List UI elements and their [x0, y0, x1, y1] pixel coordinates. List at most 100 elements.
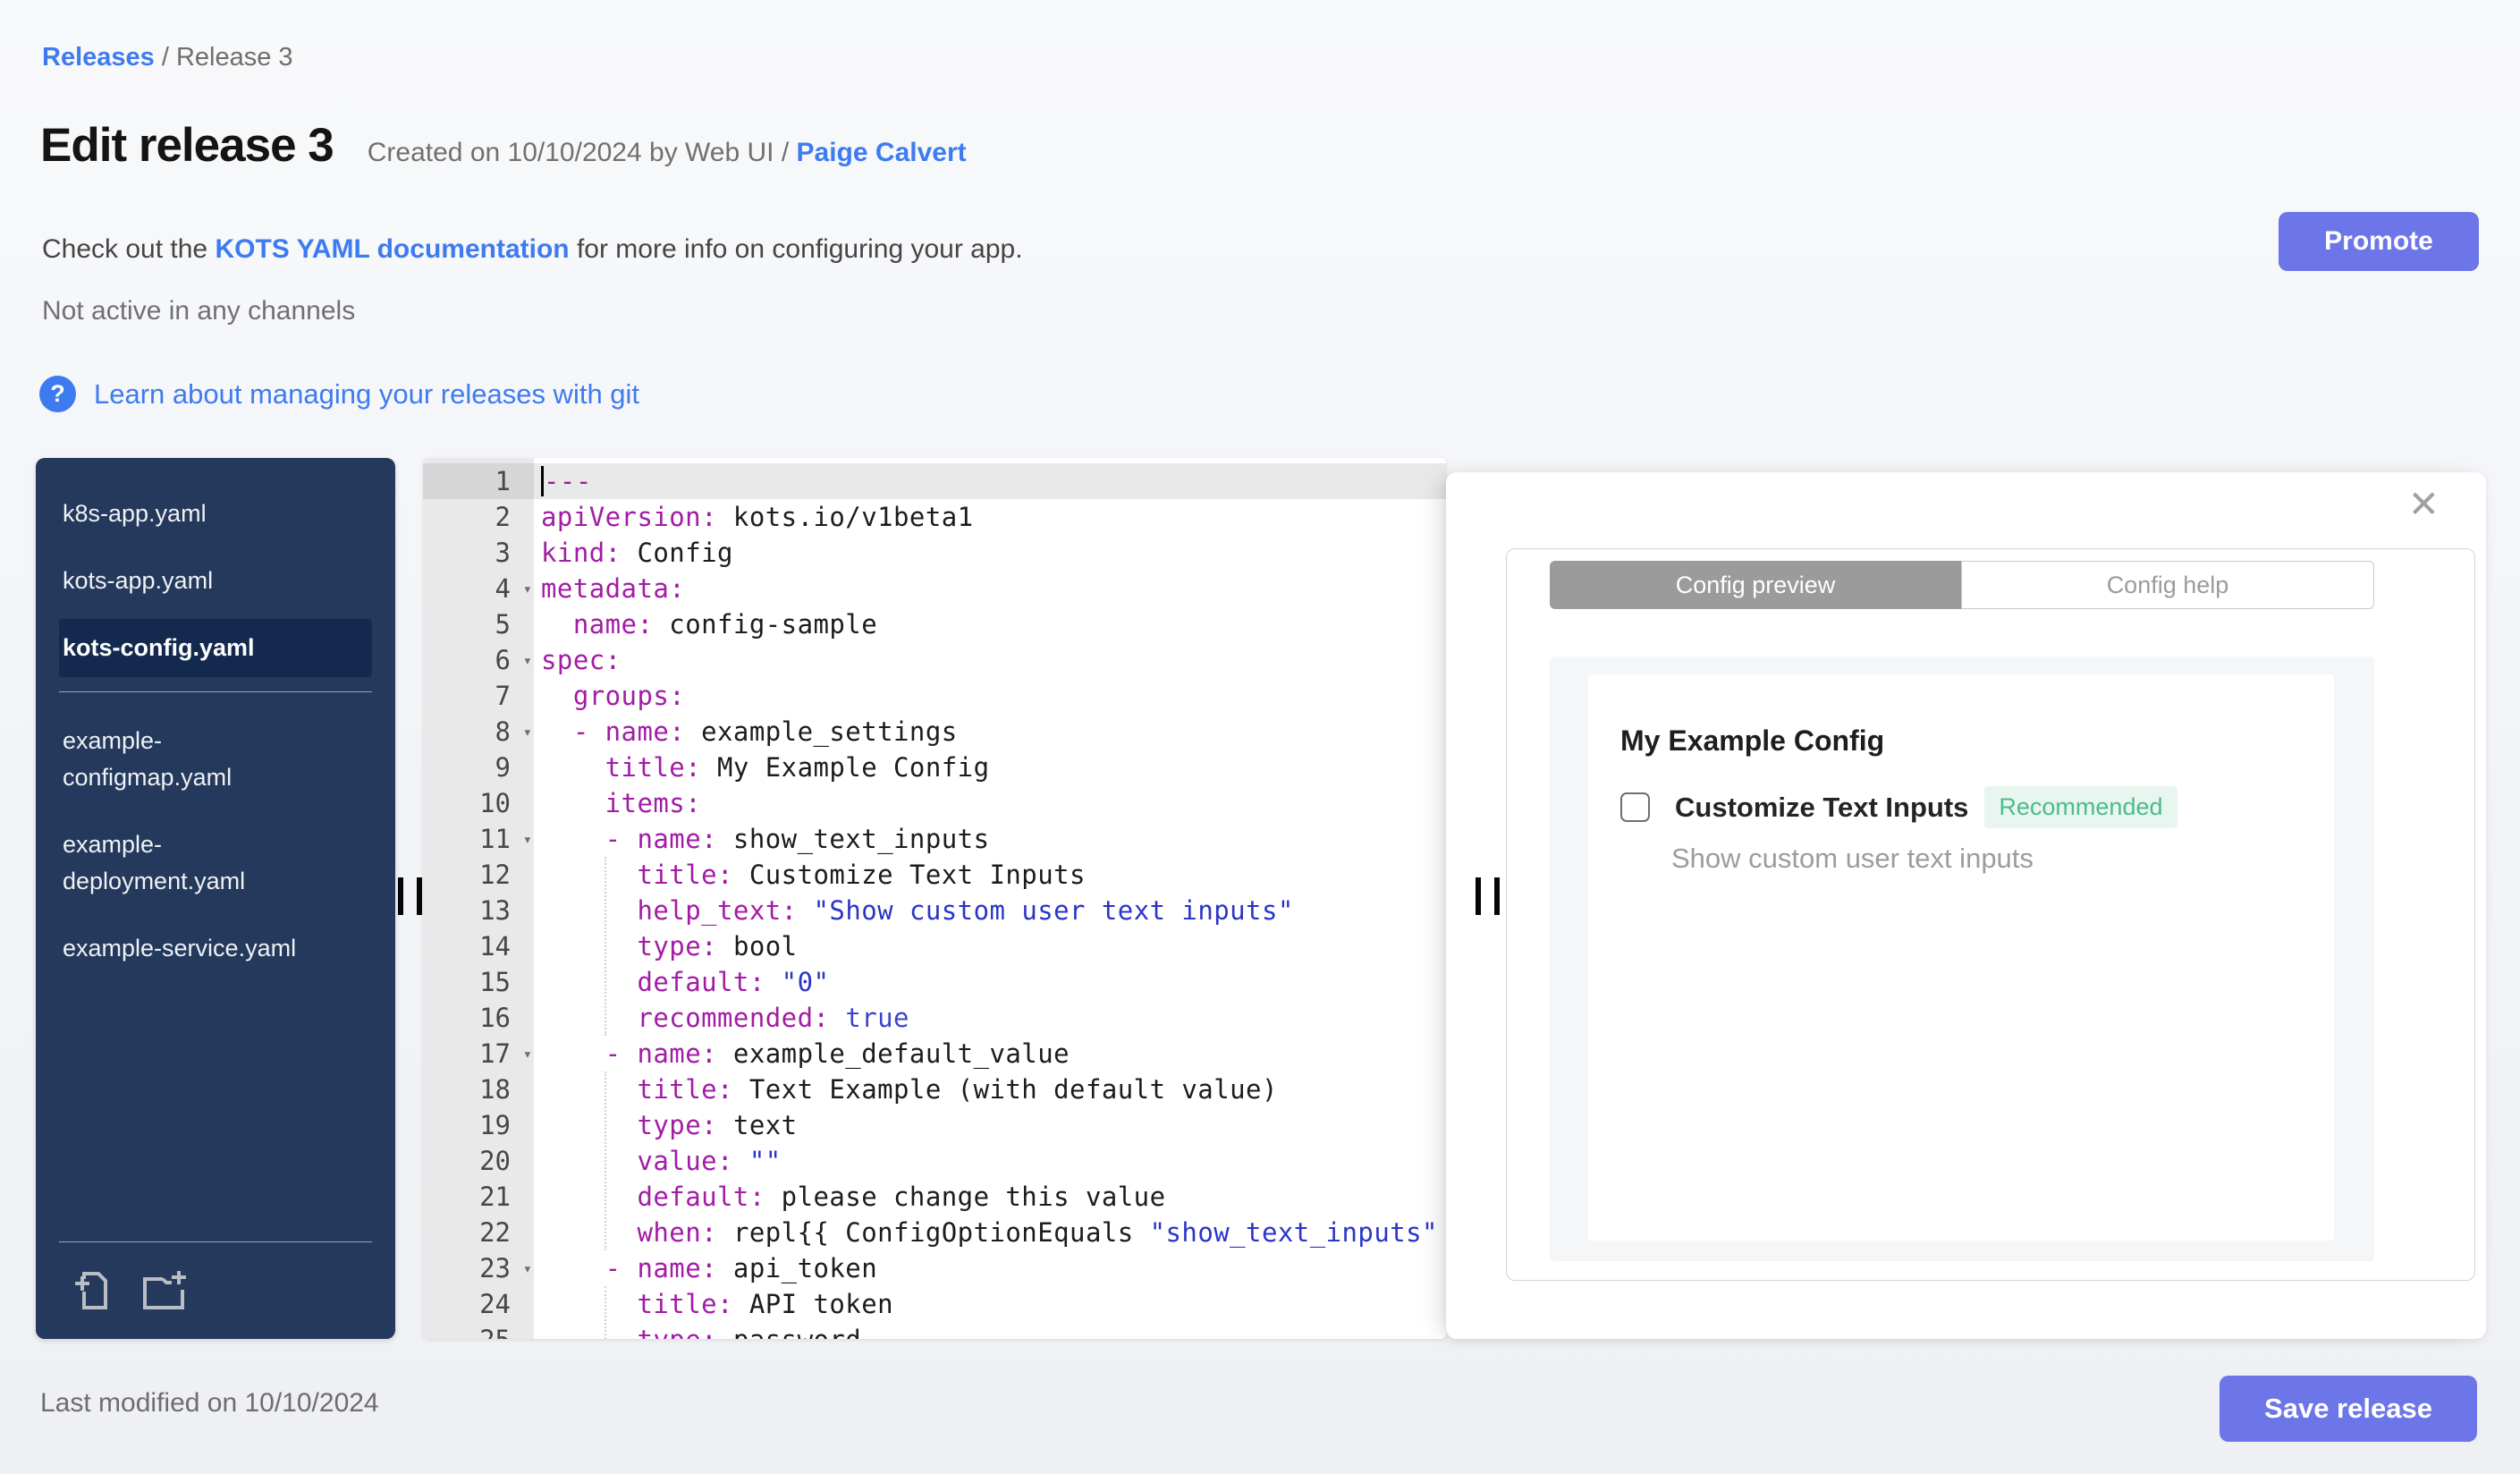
- line-number: 4 ▾: [423, 571, 534, 606]
- code-line-11[interactable]: 11 ▾ - name: show_text_inputs: [423, 821, 1446, 857]
- file-list-group-2: example-configmap.yaml example-deployment…: [36, 712, 395, 978]
- line-number: 11 ▾: [423, 821, 534, 857]
- last-modified-text: Last modified on 10/10/2024: [40, 1388, 379, 1418]
- config-group-title: My Example Config: [1620, 724, 1885, 757]
- code-line-22[interactable]: 22 when: repl{{ ConfigOptionEquals "show…: [423, 1215, 1446, 1250]
- code-line-16[interactable]: 16 recommended: true: [423, 1000, 1446, 1036]
- sidebar-file-kots-app.yaml[interactable]: kots-app.yaml: [59, 552, 372, 610]
- sidebar-file-k8s-app.yaml[interactable]: k8s-app.yaml: [59, 485, 372, 543]
- tab-config-help[interactable]: Config help: [1961, 561, 2374, 609]
- code-line-6[interactable]: 6 ▾ spec:: [423, 642, 1446, 678]
- fold-arrow-icon[interactable]: ▾: [523, 643, 532, 679]
- tab-config-preview[interactable]: Config preview: [1550, 561, 1961, 609]
- fold-arrow-icon[interactable]: ▾: [523, 1251, 532, 1287]
- code-line-12[interactable]: 12 title: Customize Text Inputs: [423, 857, 1446, 893]
- fold-arrow-icon[interactable]: ▾: [523, 1037, 532, 1072]
- code-line-5[interactable]: 5 name: config-sample: [423, 606, 1446, 642]
- add-file-icon: [70, 1272, 113, 1316]
- indent-guide: [605, 1286, 606, 1339]
- code-line-3[interactable]: 3 kind: Config: [423, 535, 1446, 571]
- yaml-code-editor[interactable]: 1 --- 2 apiVersion: kots.io/v1beta1 3 kind: C…: [423, 458, 1446, 1339]
- preview-card: Config preview Config help My Example Con…: [1506, 548, 2475, 1281]
- code-line-1[interactable]: 1 ---: [423, 463, 1446, 499]
- line-number: 1: [423, 463, 534, 499]
- indent-guide: [605, 857, 606, 1036]
- code-line-2[interactable]: 2 apiVersion: kots.io/v1beta1: [423, 499, 1446, 535]
- config-preview-panel: ✕ Config preview Config help My Example C…: [1446, 472, 2486, 1339]
- code-line-19[interactable]: 19 type: text: [423, 1107, 1446, 1143]
- code-rows: 1 --- 2 apiVersion: kots.io/v1beta1 3 kind: C…: [423, 463, 1446, 1339]
- line-number: 12: [479, 860, 511, 890]
- config-card: My Example Config Customize Text Inputs …: [1588, 674, 2334, 1241]
- created-info: Created on 10/10/2024 by Web UI / Paige …: [368, 138, 967, 168]
- config-item-label: Customize Text Inputs: [1675, 791, 1969, 823]
- code-line-18[interactable]: 18 title: Text Example (with default val…: [423, 1072, 1446, 1107]
- line-number: 10: [479, 788, 511, 818]
- line-number: 23 ▾: [423, 1250, 534, 1286]
- save-release-button[interactable]: Save release: [2220, 1376, 2477, 1442]
- code-line-13[interactable]: 13 help_text: "Show custom user text inp…: [423, 893, 1446, 928]
- code-line-8[interactable]: 8 ▾ - name: example_settings: [423, 714, 1446, 750]
- breadcrumb-current: Release 3: [175, 43, 293, 72]
- add-file-button[interactable]: [70, 1268, 113, 1313]
- line-number: 9: [495, 752, 511, 783]
- created-author-link[interactable]: Paige Calvert: [797, 138, 967, 167]
- code-line-21[interactable]: 21 default: please change this value: [423, 1179, 1446, 1215]
- help-question-icon[interactable]: ?: [39, 376, 76, 412]
- sidebar-file-example-service.yaml[interactable]: example-service.yaml: [59, 919, 372, 978]
- resize-handle-right[interactable]: [1476, 877, 1500, 915]
- config-item-help-text: Show custom user text inputs: [1671, 843, 2034, 874]
- doc-prefix: Check out the: [42, 234, 216, 264]
- file-list-group-1: k8s-app.yaml kots-app.yaml kots-config.yam…: [36, 458, 395, 677]
- code-line-23[interactable]: 23 ▾ - name: api_token: [423, 1250, 1446, 1286]
- line-number: 15: [479, 967, 511, 997]
- add-folder-button[interactable]: [138, 1268, 190, 1313]
- breadcrumb-releases-link[interactable]: Releases: [42, 43, 155, 72]
- close-icon[interactable]: ✕: [2403, 485, 2445, 524]
- line-number: 3: [495, 538, 511, 568]
- fold-arrow-icon[interactable]: ▾: [523, 572, 532, 607]
- fold-arrow-icon[interactable]: ▾: [523, 822, 532, 858]
- line-number: 13: [479, 895, 511, 926]
- git-releases-link[interactable]: Learn about managing your releases with …: [94, 378, 639, 411]
- line-number: 22: [479, 1217, 511, 1248]
- sidebar-file-example-deployment.yaml[interactable]: example-deployment.yaml: [59, 816, 372, 911]
- recommended-badge: Recommended: [1984, 786, 2178, 828]
- channel-status: Not active in any channels: [42, 296, 356, 326]
- indent-guide: [605, 1072, 606, 1250]
- code-line-10[interactable]: 10 items:: [423, 785, 1446, 821]
- resize-handle-left[interactable]: [398, 877, 422, 915]
- line-number: 21: [479, 1182, 511, 1212]
- line-number: 16: [479, 1003, 511, 1033]
- breadcrumb-separator: /: [154, 43, 176, 72]
- line-number: 17 ▾: [423, 1036, 534, 1072]
- code-line-9[interactable]: 9 title: My Example Config: [423, 750, 1446, 785]
- code-line-20[interactable]: 20 value: "": [423, 1143, 1446, 1179]
- file-list-divider: [59, 691, 372, 692]
- sidebar-file-example-configmap.yaml[interactable]: example-configmap.yaml: [59, 712, 372, 807]
- customize-text-inputs-checkbox[interactable]: [1620, 792, 1650, 822]
- sidebar-file-kots-config.yaml[interactable]: kots-config.yaml: [59, 619, 372, 677]
- created-text: Created on 10/10/2024 by Web UI /: [367, 138, 797, 167]
- line-number: 5: [495, 609, 511, 640]
- fold-arrow-icon[interactable]: ▾: [523, 715, 532, 750]
- promote-button[interactable]: Promote: [2279, 212, 2479, 271]
- config-preview-area: My Example Config Customize Text Inputs …: [1550, 657, 2374, 1261]
- code-line-7[interactable]: 7 groups:: [423, 678, 1446, 714]
- line-number: 19: [479, 1110, 511, 1140]
- code-line-25[interactable]: 25 type: password: [423, 1322, 1446, 1339]
- code-line-24[interactable]: 24 title: API token: [423, 1286, 1446, 1322]
- code-line-4[interactable]: 4 ▾ metadata:: [423, 571, 1446, 606]
- page-title: Edit release 3: [40, 119, 334, 172]
- code-line-14[interactable]: 14 type: bool: [423, 928, 1446, 964]
- code-line-17[interactable]: 17 ▾ - name: example_default_value: [423, 1036, 1446, 1072]
- line-number: 18: [479, 1074, 511, 1105]
- line-number: 14: [479, 931, 511, 961]
- line-number: 20: [479, 1146, 511, 1176]
- preview-tabs: Config preview Config help: [1550, 561, 2374, 609]
- doc-line: Check out the KOTS YAML documentation fo…: [42, 234, 1023, 265]
- line-number: 8 ▾: [423, 714, 534, 750]
- code-line-15[interactable]: 15 default: "0": [423, 964, 1446, 1000]
- kots-yaml-doc-link[interactable]: KOTS YAML documentation: [215, 234, 569, 264]
- line-number: 25: [423, 1322, 534, 1339]
